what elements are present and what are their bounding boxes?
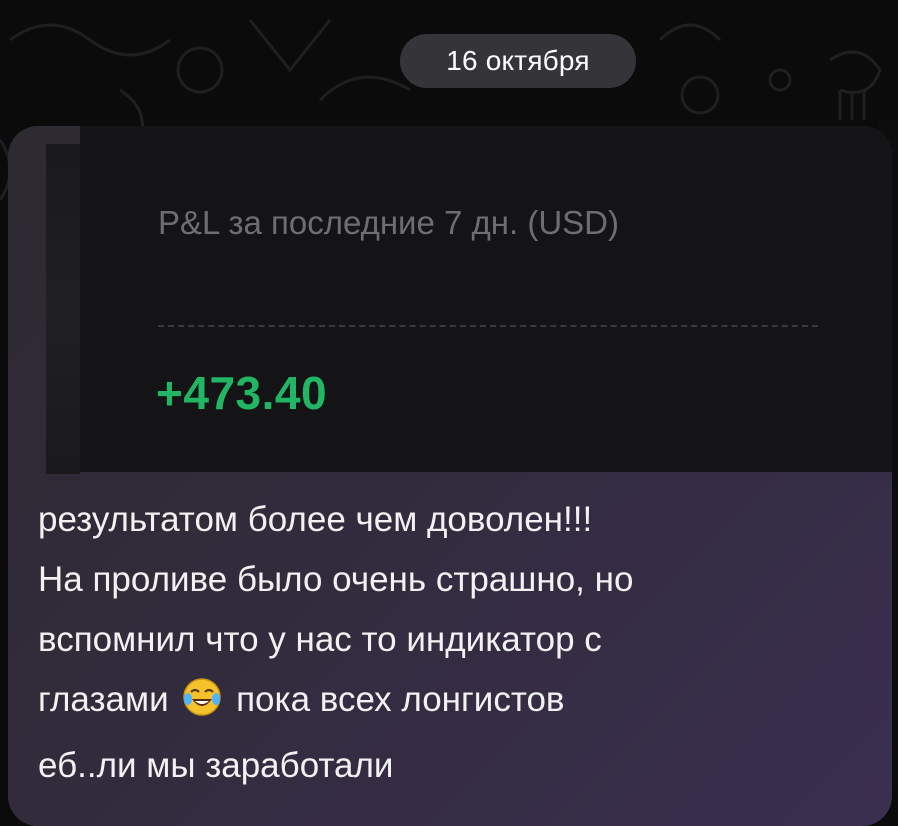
caption-line-5: еб..ли мы заработали [38,746,394,785]
caption-line-1: результатом более чем доволен!!! [38,500,593,539]
date-separator: 16 октября [400,34,636,88]
message-caption: результатом более чем доволен!!! На прол… [38,490,878,796]
message-bubble[interactable]: P&L за последние 7 дн. (USD) +473.40 рез… [8,126,892,826]
screenshot-attachment[interactable]: P&L за последние 7 дн. (USD) +473.40 [80,126,892,472]
caption-line-4b: пока всех лонгистов [236,680,565,719]
dashed-divider [158,325,818,327]
caption-line-2: На проливе было очень страшно, но [38,560,634,599]
pnl-value: +473.40 [156,367,328,419]
caption-line-3: вспомнил что у нас то индикатор с [38,620,602,659]
laughing-emoji-icon [182,676,222,736]
pnl-title: P&L за последние 7 дн. (USD) [158,204,620,241]
caption-line-4: глазами [38,680,169,719]
media-side-shadow [46,144,80,474]
